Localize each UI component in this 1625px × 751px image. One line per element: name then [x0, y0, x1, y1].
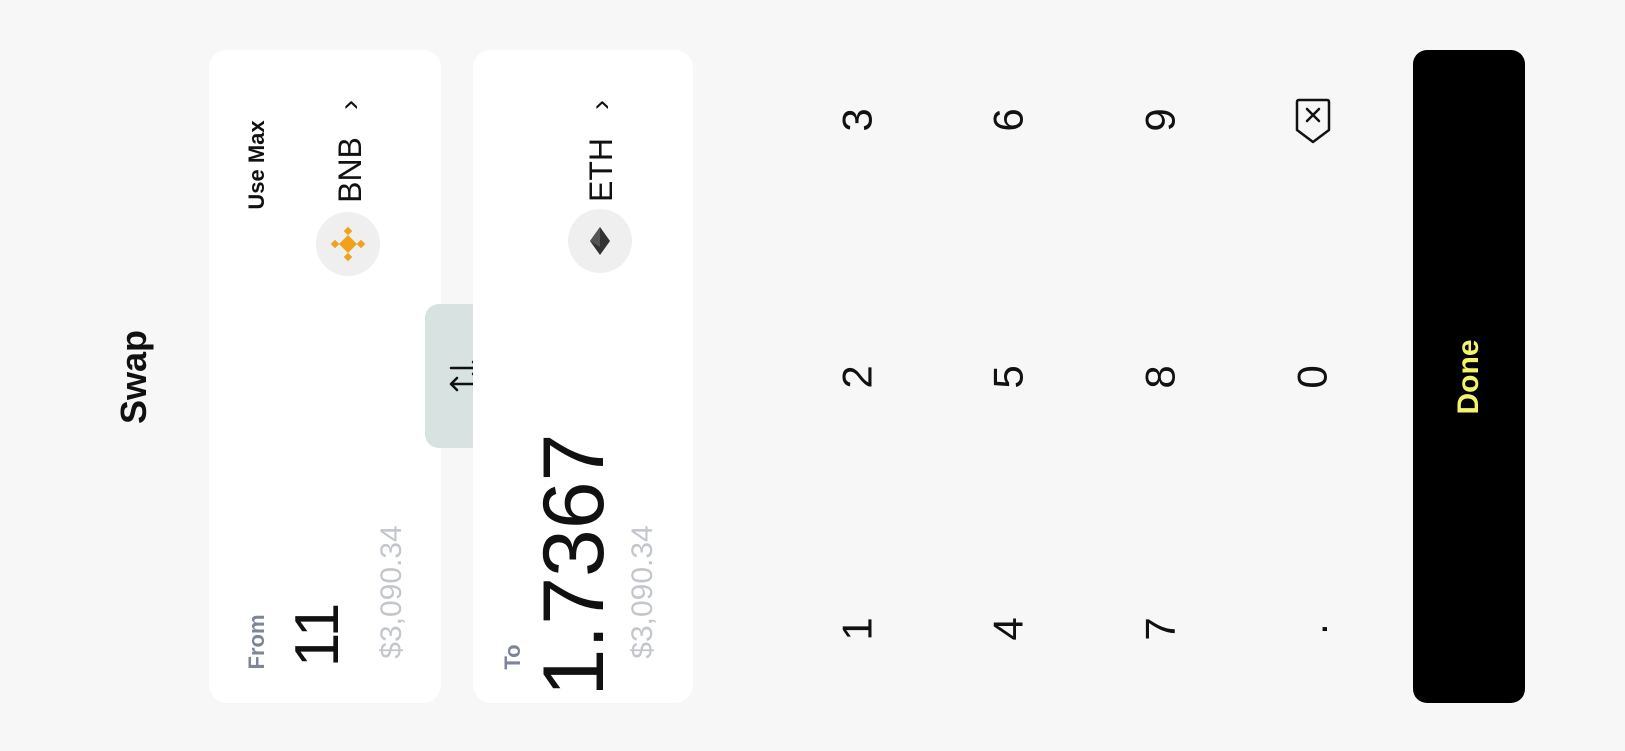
backspace-icon: [1295, 98, 1331, 144]
key-3[interactable]: 3: [803, 65, 913, 175]
to-usd-value: $3,090.34: [626, 525, 659, 659]
swap-screen: Swap From 11 $3,090.34 Use Max BNB › To …: [0, 0, 1625, 751]
from-label: From: [244, 614, 269, 670]
key-1[interactable]: 1: [803, 574, 913, 684]
key-8[interactable]: 8: [1106, 322, 1216, 432]
from-amount[interactable]: 11: [283, 603, 352, 667]
page-title: Swap: [113, 329, 154, 425]
key-decimal[interactable]: .: [1258, 574, 1368, 684]
use-max-button[interactable]: Use Max: [244, 120, 269, 209]
backspace-button[interactable]: [1258, 65, 1368, 175]
key-2[interactable]: 2: [803, 322, 913, 432]
to-amount: 1.7367: [526, 433, 622, 697]
key-4[interactable]: 4: [954, 574, 1064, 684]
eth-logo-icon: [568, 209, 632, 273]
to-label: To: [500, 644, 525, 670]
key-0[interactable]: 0: [1258, 322, 1368, 432]
from-usd-value: $3,090.34: [375, 525, 408, 659]
to-token-chevron-icon[interactable]: ›: [584, 100, 617, 110]
from-token-chevron-icon[interactable]: ›: [333, 100, 366, 110]
done-button[interactable]: Done: [1413, 50, 1525, 703]
to-token-symbol[interactable]: ETH: [583, 138, 619, 202]
key-9[interactable]: 9: [1106, 65, 1216, 175]
bnb-logo-icon: [316, 212, 380, 276]
key-6[interactable]: 6: [954, 65, 1064, 175]
key-7[interactable]: 7: [1106, 574, 1216, 684]
from-token-symbol[interactable]: BNB: [332, 137, 368, 203]
key-5[interactable]: 5: [954, 322, 1064, 432]
